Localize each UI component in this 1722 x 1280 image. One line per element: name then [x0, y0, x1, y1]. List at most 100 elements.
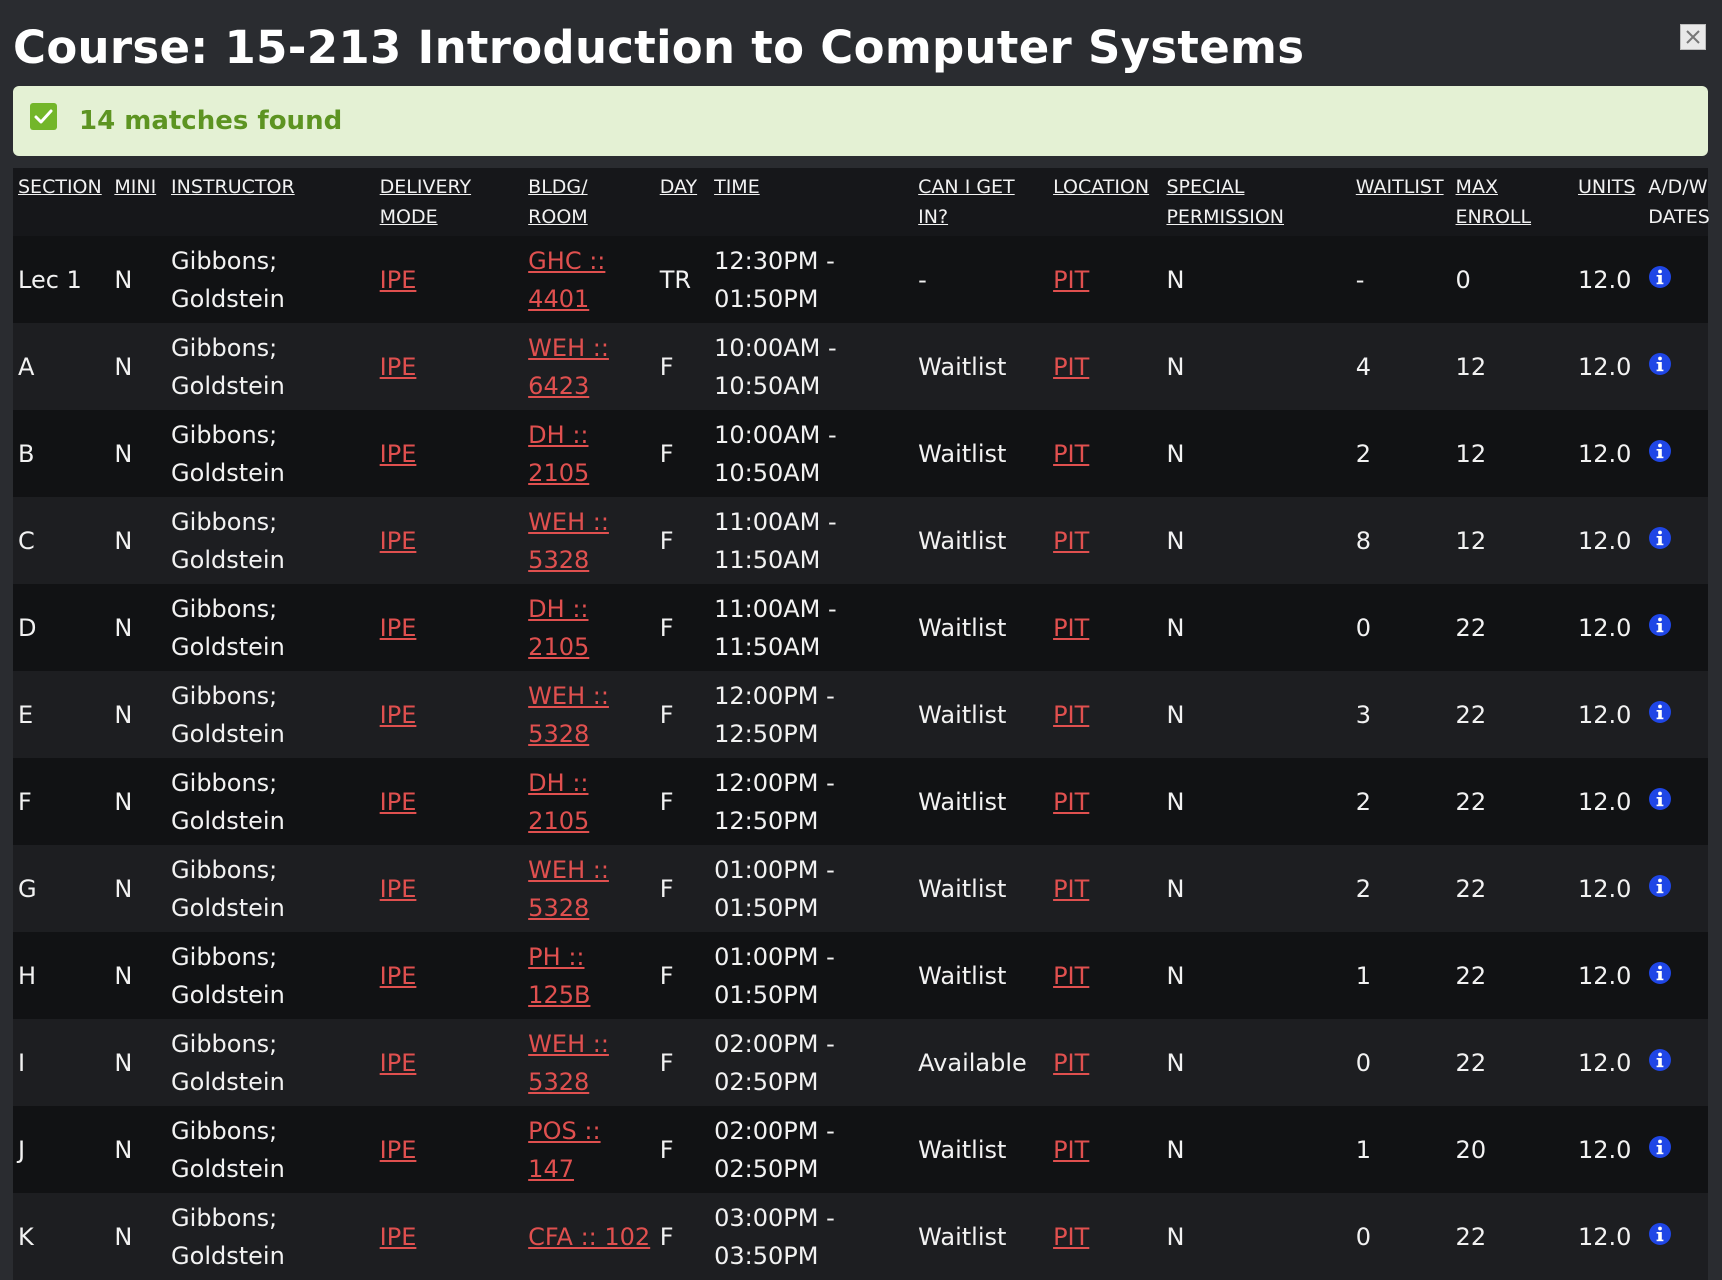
location-link[interactable]: PIT [1048, 410, 1161, 497]
location-anchor[interactable]: PIT [1053, 701, 1089, 729]
delivery-mode-link-text[interactable]: IPE [380, 266, 417, 294]
adw-dates-cell[interactable] [1643, 410, 1708, 497]
info-icon[interactable] [1648, 871, 1672, 897]
col-header-waitlist[interactable]: WAITLIST [1351, 168, 1451, 236]
location-link[interactable]: PIT [1048, 497, 1161, 584]
delivery-mode-link-text[interactable]: IPE [380, 701, 417, 729]
delivery-mode-link[interactable]: IPE [375, 1193, 524, 1280]
bldg-room-link[interactable]: DH :: 2105 [523, 584, 655, 671]
adw-dates-cell[interactable] [1643, 497, 1708, 584]
col-header-instructor[interactable]: INSTRUCTOR [166, 168, 375, 236]
col-header-bldg-room[interactable]: BLDG/ROOM [523, 168, 655, 236]
bldg-room-link-text[interactable]: DH :: [528, 769, 588, 797]
bldg-room-anchor[interactable]: DH :: 2105 [528, 421, 589, 487]
delivery-mode-link[interactable]: IPE [375, 932, 524, 1019]
location-link-text[interactable]: PIT [1053, 614, 1089, 642]
location-link-text[interactable]: PIT [1053, 266, 1089, 294]
adw-dates-cell[interactable] [1643, 845, 1708, 932]
col-header-can-i-get-in[interactable]: CAN I GET IN? [913, 168, 1048, 236]
bldg-room-link-text[interactable]: POS :: [528, 1117, 600, 1145]
location-link[interactable]: PIT [1048, 323, 1161, 410]
location-anchor[interactable]: PIT [1053, 614, 1089, 642]
location-link-text[interactable]: PIT [1053, 875, 1089, 903]
info-icon[interactable] [1648, 523, 1672, 549]
location-link-text[interactable]: PIT [1053, 527, 1089, 555]
bldg-room-link-text[interactable]: 2105 [528, 633, 589, 661]
delivery-mode-link[interactable]: IPE [375, 758, 524, 845]
bldg-room-link-text[interactable]: 5328 [528, 720, 589, 748]
delivery-mode-link[interactable]: IPE [375, 497, 524, 584]
location-anchor[interactable]: PIT [1053, 1049, 1089, 1077]
info-icon[interactable] [1648, 262, 1672, 288]
location-anchor[interactable]: PIT [1053, 353, 1089, 381]
location-anchor[interactable]: PIT [1053, 1223, 1089, 1251]
info-icon[interactable] [1648, 1132, 1672, 1158]
bldg-room-link[interactable]: DH :: 2105 [523, 758, 655, 845]
col-header-time[interactable]: TIME [709, 168, 913, 236]
delivery-mode-anchor[interactable]: IPE [380, 1223, 417, 1251]
col-header-section[interactable]: SECTION [13, 168, 109, 236]
bldg-room-anchor[interactable]: PH :: 125B [528, 943, 590, 1009]
location-anchor[interactable]: PIT [1053, 1136, 1089, 1164]
col-header-mini[interactable]: MINI [109, 168, 166, 236]
bldg-room-link-text[interactable]: CFA :: 102 [528, 1223, 650, 1251]
bldg-room-link[interactable]: DH :: 2105 [523, 410, 655, 497]
bldg-room-anchor[interactable]: WEH :: 5328 [528, 508, 609, 574]
info-icon[interactable] [1648, 349, 1672, 375]
col-header-special-permission[interactable]: SPECIAL PERMISSION [1161, 168, 1350, 236]
delivery-mode-link[interactable]: IPE [375, 845, 524, 932]
col-header-max-enroll[interactable]: MAX ENROLL [1451, 168, 1573, 236]
close-button[interactable] [1680, 24, 1706, 50]
adw-dates-cell[interactable] [1643, 758, 1708, 845]
location-anchor[interactable]: PIT [1053, 440, 1089, 468]
bldg-room-link-text[interactable]: WEH :: [528, 334, 609, 362]
bldg-room-anchor[interactable]: GHC :: 4401 [528, 247, 605, 313]
info-icon[interactable] [1648, 1219, 1672, 1245]
delivery-mode-anchor[interactable]: IPE [380, 875, 417, 903]
location-link-text[interactable]: PIT [1053, 440, 1089, 468]
bldg-room-link-text[interactable]: 5328 [528, 1068, 589, 1096]
info-icon[interactable] [1648, 610, 1672, 636]
info-icon[interactable] [1648, 436, 1672, 462]
delivery-mode-link[interactable]: IPE [375, 584, 524, 671]
bldg-room-link-text[interactable]: DH :: [528, 421, 588, 449]
delivery-mode-link-text[interactable]: IPE [380, 788, 417, 816]
bldg-room-link-text[interactable]: 5328 [528, 546, 589, 574]
bldg-room-anchor[interactable]: WEH :: 5328 [528, 1030, 609, 1096]
location-link[interactable]: PIT [1048, 236, 1161, 323]
bldg-room-anchor[interactable]: WEH :: 6423 [528, 334, 609, 400]
location-anchor[interactable]: PIT [1053, 788, 1089, 816]
bldg-room-link-text[interactable]: 125B [528, 981, 590, 1009]
delivery-mode-link-text[interactable]: IPE [380, 1223, 417, 1251]
col-header-delivery-mode[interactable]: DELIVERY MODE [375, 168, 524, 236]
bldg-room-link[interactable]: WEH :: 5328 [523, 497, 655, 584]
adw-dates-cell[interactable] [1643, 584, 1708, 671]
location-link-text[interactable]: PIT [1053, 701, 1089, 729]
delivery-mode-link[interactable]: IPE [375, 323, 524, 410]
bldg-room-link-text[interactable]: DH :: [528, 595, 588, 623]
location-anchor[interactable]: PIT [1053, 527, 1089, 555]
bldg-room-anchor[interactable]: CFA :: 102 [528, 1223, 650, 1251]
delivery-mode-anchor[interactable]: IPE [380, 962, 417, 990]
bldg-room-link-text[interactable]: 5328 [528, 894, 589, 922]
delivery-mode-link[interactable]: IPE [375, 671, 524, 758]
bldg-room-link-text[interactable]: WEH :: [528, 1030, 609, 1058]
bldg-room-anchor[interactable]: WEH :: 5328 [528, 682, 609, 748]
location-link[interactable]: PIT [1048, 671, 1161, 758]
delivery-mode-link-text[interactable]: IPE [380, 353, 417, 381]
delivery-mode-link[interactable]: IPE [375, 236, 524, 323]
bldg-room-anchor[interactable]: POS :: 147 [528, 1117, 600, 1183]
info-icon[interactable] [1648, 697, 1672, 723]
adw-dates-cell[interactable] [1643, 1193, 1708, 1280]
adw-dates-cell[interactable] [1643, 1019, 1708, 1106]
delivery-mode-link-text[interactable]: IPE [380, 614, 417, 642]
location-link[interactable]: PIT [1048, 758, 1161, 845]
bldg-room-link[interactable]: WEH :: 5328 [523, 671, 655, 758]
bldg-room-link-text[interactable]: WEH :: [528, 508, 609, 536]
bldg-room-link[interactable]: GHC :: 4401 [523, 236, 655, 323]
delivery-mode-link-text[interactable]: IPE [380, 1136, 417, 1164]
adw-dates-cell[interactable] [1643, 1106, 1708, 1193]
info-icon[interactable] [1648, 958, 1672, 984]
location-anchor[interactable]: PIT [1053, 266, 1089, 294]
adw-dates-cell[interactable] [1643, 671, 1708, 758]
